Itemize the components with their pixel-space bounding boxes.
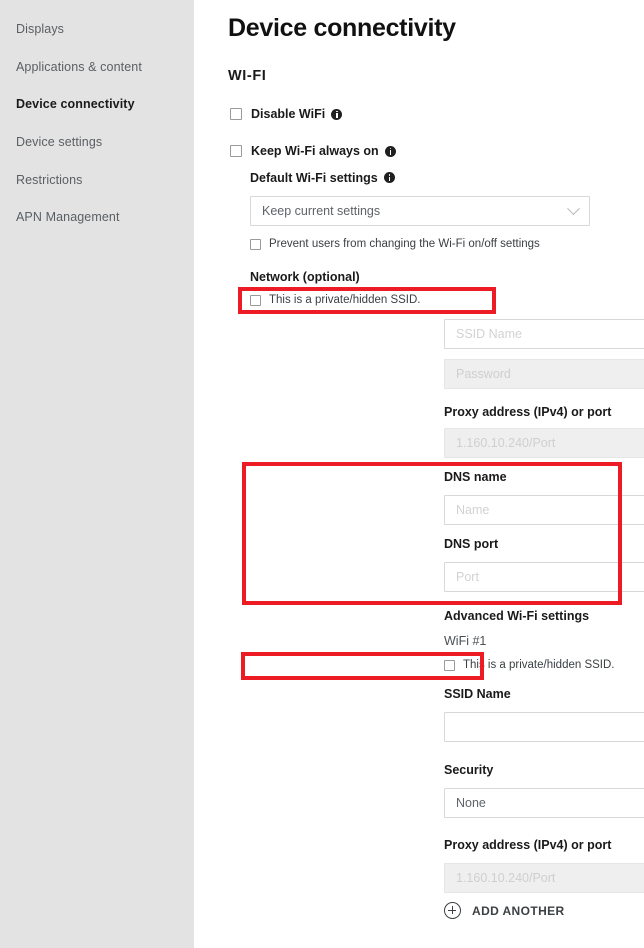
sidebar-item-restrictions[interactable]: Restrictions bbox=[16, 173, 83, 187]
advanced-hidden-ssid-checkbox[interactable] bbox=[444, 659, 455, 671]
advanced-proxy-label: Proxy address (IPv4) or port bbox=[444, 838, 612, 852]
network-proxy-label: Proxy address (IPv4) or port bbox=[444, 405, 612, 419]
plus-circle-icon bbox=[444, 902, 461, 919]
network-ssid-input[interactable] bbox=[444, 319, 644, 349]
chevron-down-icon bbox=[567, 201, 580, 215]
page-title: Device connectivity bbox=[228, 14, 456, 42]
prevent-users-row[interactable]: Prevent users from changing the Wi-Fi on… bbox=[250, 238, 540, 250]
advanced-hidden-ssid-label: This is a private/hidden SSID. bbox=[463, 659, 615, 671]
sidebar-item-applications-content[interactable]: Applications & content bbox=[16, 60, 142, 74]
advanced-wifi-settings-heading: Advanced Wi-Fi settings bbox=[444, 609, 590, 623]
network-optional-heading: Network (optional) bbox=[250, 270, 360, 284]
prevent-users-label: Prevent users from changing the Wi-Fi on… bbox=[269, 238, 540, 250]
default-wifi-settings-label: Default Wi-Fi settings bbox=[250, 171, 395, 185]
dns-name-input[interactable] bbox=[444, 495, 644, 525]
default-wifi-settings-label-text: Default Wi-Fi settings bbox=[250, 171, 378, 185]
info-icon[interactable] bbox=[331, 108, 343, 120]
advanced-ssid-name-label: SSID Name bbox=[444, 687, 511, 701]
network-proxy-input[interactable] bbox=[444, 428, 644, 458]
info-icon[interactable] bbox=[383, 172, 395, 183]
dns-port-label: DNS port bbox=[444, 537, 499, 551]
sidebar-item-device-connectivity[interactable]: Device connectivity bbox=[16, 97, 135, 111]
prevent-users-checkbox[interactable] bbox=[250, 238, 261, 250]
advanced-security-label: Security bbox=[444, 763, 494, 777]
disable-wifi-row[interactable]: Disable WiFi bbox=[230, 107, 343, 121]
add-another-button[interactable]: ADD ANOTHER bbox=[444, 902, 565, 919]
device-connectivity-page: Displays Applications & content Device c… bbox=[0, 0, 644, 948]
disable-wifi-checkbox[interactable] bbox=[230, 108, 242, 120]
advanced-hidden-ssid-row[interactable]: This is a private/hidden SSID. bbox=[444, 659, 615, 671]
info-icon[interactable] bbox=[384, 145, 396, 157]
add-another-label: ADD ANOTHER bbox=[472, 903, 565, 918]
dns-port-input[interactable] bbox=[444, 562, 644, 592]
advanced-security-value: None bbox=[456, 796, 486, 810]
default-wifi-settings-value: Keep current settings bbox=[262, 204, 381, 218]
advanced-proxy-input[interactable] bbox=[444, 863, 644, 893]
sidebar-item-displays[interactable]: Displays bbox=[16, 22, 64, 36]
section-heading-wifi: WI-FI bbox=[228, 68, 267, 84]
keep-wifi-always-on-label: Keep Wi-Fi always on bbox=[251, 144, 379, 158]
network-hidden-ssid-checkbox[interactable] bbox=[250, 294, 261, 306]
advanced-ssid-name-input[interactable] bbox=[444, 712, 644, 742]
main-content: Device connectivity WI-FI Disable WiFi K… bbox=[194, 0, 644, 948]
network-hidden-ssid-row[interactable]: This is a private/hidden SSID. bbox=[250, 294, 421, 306]
dns-name-label: DNS name bbox=[444, 470, 507, 484]
keep-wifi-always-on-checkbox[interactable] bbox=[230, 145, 242, 157]
advanced-wifi-entry-label: WiFi #1 bbox=[444, 634, 487, 648]
advanced-security-select[interactable]: None bbox=[444, 788, 644, 818]
disable-wifi-label: Disable WiFi bbox=[251, 107, 326, 121]
network-hidden-ssid-label: This is a private/hidden SSID. bbox=[269, 294, 421, 306]
sidebar-item-device-settings[interactable]: Device settings bbox=[16, 135, 102, 149]
network-password-input[interactable] bbox=[444, 359, 644, 389]
sidebar: Displays Applications & content Device c… bbox=[0, 0, 194, 948]
default-wifi-settings-select[interactable]: Keep current settings bbox=[250, 196, 590, 226]
keep-wifi-always-on-row[interactable]: Keep Wi-Fi always on bbox=[230, 144, 396, 158]
sidebar-item-apn-management[interactable]: APN Management bbox=[16, 210, 120, 224]
